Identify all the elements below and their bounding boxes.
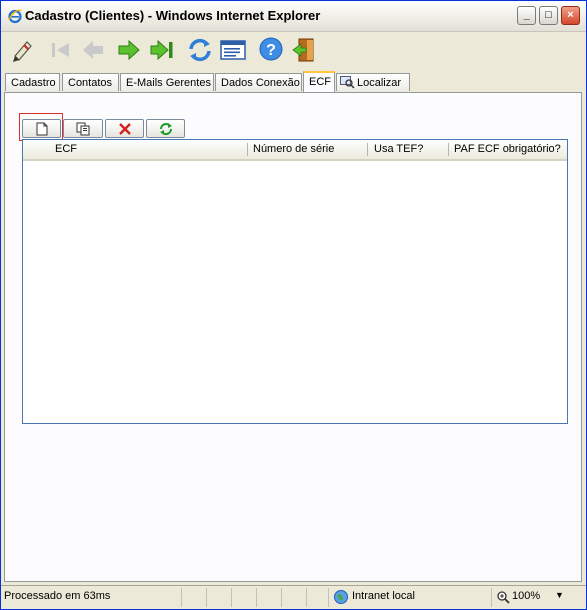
tab-label: Dados Conexão: [221, 77, 300, 89]
grid-header: ECF Número de série Usa TEF? PAF ECF obr…: [23, 140, 567, 161]
edit-pen-icon: [13, 41, 32, 62]
copy-button[interactable]: [63, 119, 103, 138]
column-divider[interactable]: [247, 143, 248, 156]
status-pane: [206, 588, 228, 607]
browser-window: Cadastro (Clientes) - Windows Internet E…: [0, 0, 587, 610]
refresh-icon: [159, 122, 172, 135]
close-icon: ×: [567, 9, 574, 21]
title-bar: Cadastro (Clientes) - Windows Internet E…: [1, 1, 586, 32]
status-pane: [281, 588, 303, 607]
copy-icon: [76, 122, 90, 135]
new-document-icon: [36, 122, 47, 135]
chevron-down-icon[interactable]: ▼: [555, 590, 564, 600]
zoom-control[interactable]: 100% ▼: [491, 588, 586, 607]
status-bar: Processado em 63ms Intranet local 100% ▼: [1, 585, 586, 609]
delete-button[interactable]: [105, 119, 144, 138]
svg-text:?: ?: [266, 42, 276, 59]
column-header-ecf[interactable]: ECF: [55, 143, 77, 155]
tab-contatos[interactable]: Contatos: [62, 73, 119, 91]
tab-dados-conexao[interactable]: Dados Conexão: [215, 73, 302, 91]
previous-record-icon: [83, 41, 103, 59]
column-header-paf-ecf[interactable]: PAF ECF obrigatório?: [454, 143, 561, 155]
internet-explorer-icon: [8, 9, 22, 24]
edit-button[interactable]: [9, 36, 37, 64]
help-icon: ?: [259, 37, 283, 61]
status-message: Processado em 63ms: [4, 590, 111, 602]
globe-icon: [334, 590, 348, 604]
help-button[interactable]: ?: [257, 36, 285, 64]
tab-localizar[interactable]: Localizar: [336, 73, 410, 91]
next-record-icon: [118, 39, 140, 61]
refresh-button[interactable]: [186, 36, 214, 64]
next-record-button[interactable]: [115, 36, 143, 64]
window-title: Cadastro (Clientes) - Windows Internet E…: [25, 8, 321, 23]
tab-emails-gerentes[interactable]: E-Mails Gerentes: [120, 73, 214, 91]
maximize-icon: □: [545, 9, 552, 21]
column-header-usa-tef[interactable]: Usa TEF?: [374, 143, 423, 155]
tab-label: ECF: [309, 76, 331, 88]
tab-label: Contatos: [68, 77, 113, 89]
last-record-button[interactable]: [148, 36, 176, 64]
last-record-icon: [150, 39, 173, 61]
tab-strip: Cadastro Contatos E-Mails Gerentes Dados…: [5, 71, 585, 93]
ecf-grid[interactable]: ECF Número de série Usa TEF? PAF ECF obr…: [22, 139, 568, 424]
security-zone[interactable]: Intranet local: [328, 588, 488, 607]
tab-label: E-Mails Gerentes: [126, 77, 211, 89]
previous-record-button[interactable]: [79, 36, 107, 64]
tab-label: Localizar: [357, 77, 402, 89]
tab-cadastro[interactable]: Cadastro: [5, 73, 60, 91]
search-icon: [340, 76, 355, 89]
status-pane: [306, 588, 328, 607]
ecf-tab-panel: ECF Número de série Usa TEF? PAF ECF obr…: [4, 92, 582, 582]
zoom-icon: [497, 591, 510, 604]
column-divider[interactable]: [448, 143, 449, 156]
list-view-icon: [220, 40, 246, 60]
minimize-icon: _: [523, 9, 530, 21]
zone-label: Intranet local: [352, 590, 415, 602]
exit-button[interactable]: [291, 36, 319, 64]
status-pane: [231, 588, 253, 607]
exit-door-icon: [292, 38, 314, 62]
column-divider[interactable]: [367, 143, 368, 156]
tab-ecf[interactable]: ECF: [303, 71, 335, 92]
status-pane: [256, 588, 278, 607]
close-button[interactable]: ×: [561, 6, 580, 25]
delete-icon: [118, 122, 131, 135]
new-button[interactable]: [22, 119, 61, 138]
first-record-icon: [52, 43, 69, 57]
column-header-numero-serie[interactable]: Número de série: [253, 143, 334, 155]
minimize-button[interactable]: _: [517, 6, 536, 25]
status-pane: [181, 588, 203, 607]
maximize-button[interactable]: □: [539, 6, 558, 25]
reload-button[interactable]: [146, 119, 185, 138]
refresh-icon: [189, 38, 211, 62]
first-record-button[interactable]: [47, 36, 75, 64]
tab-label: Cadastro: [11, 77, 56, 89]
list-view-button[interactable]: [219, 36, 247, 64]
zoom-level: 100%: [512, 590, 541, 602]
record-toolbar: ?: [1, 31, 586, 71]
